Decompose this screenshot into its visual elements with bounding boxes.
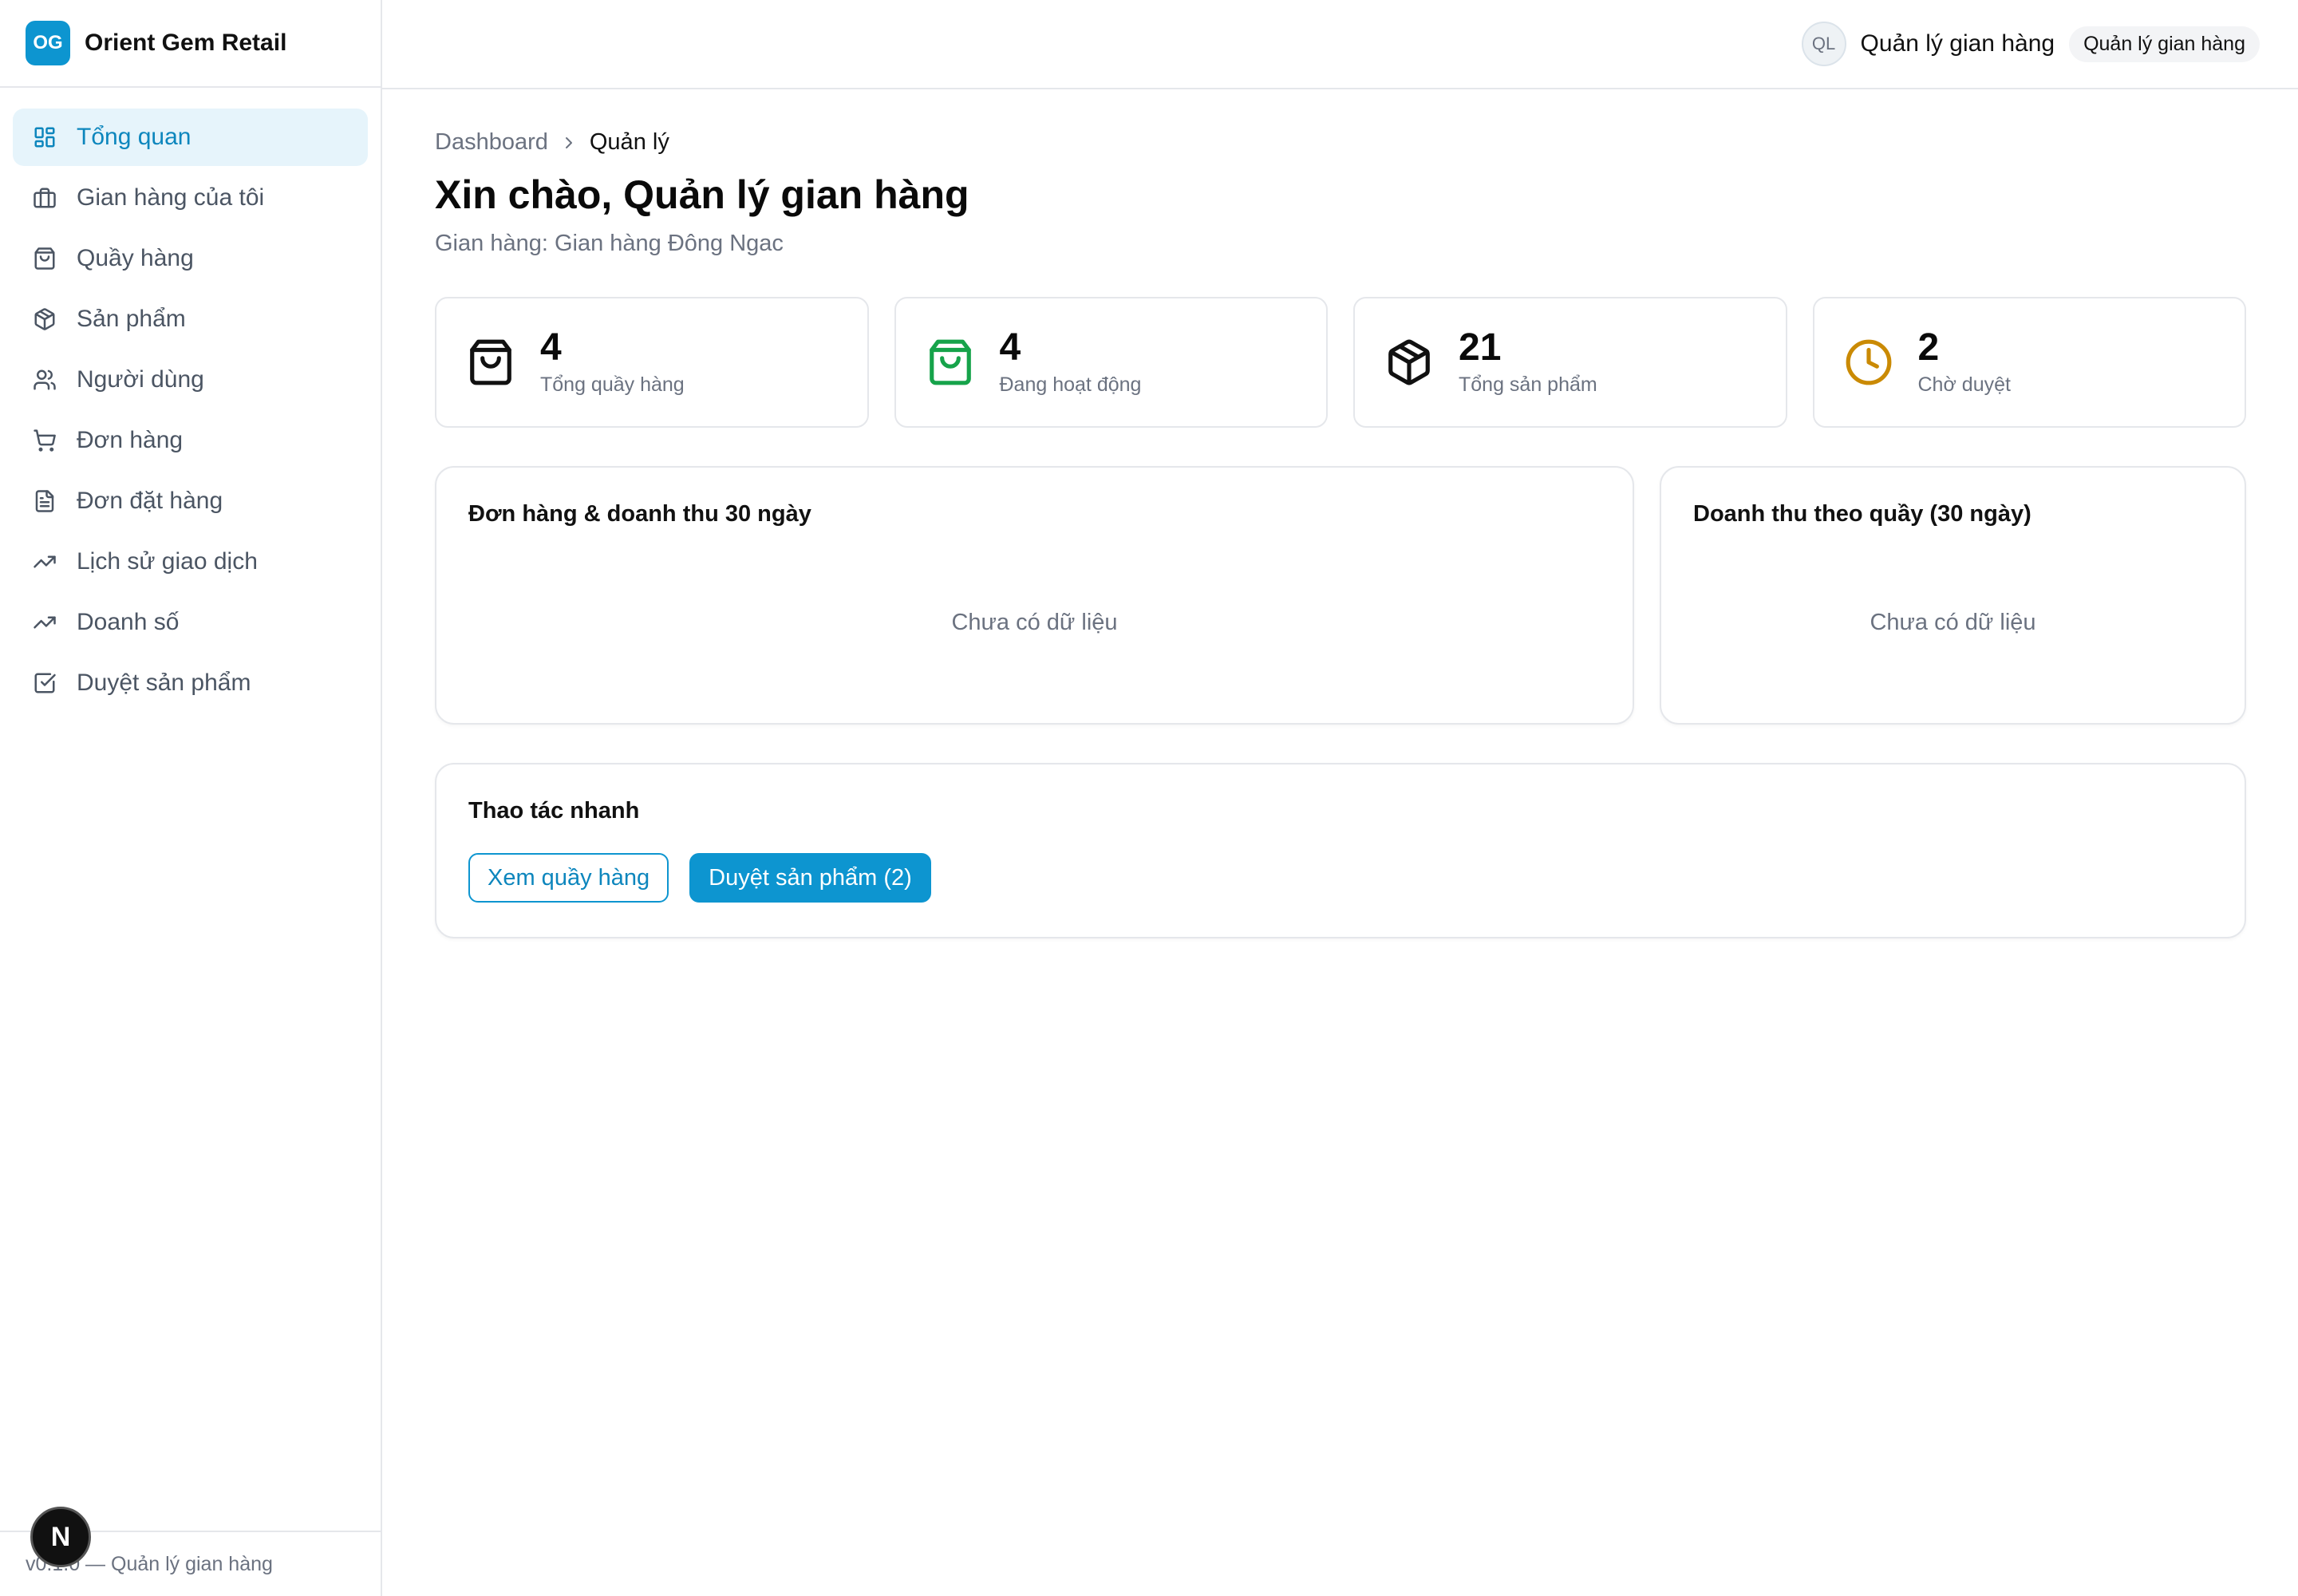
sidebar: OG Orient Gem Retail Tổng quan Gian hàng…: [0, 0, 382, 1596]
dashboard-grid-icon: [32, 124, 57, 150]
stat-label: Tổng sản phẩm: [1459, 373, 1597, 396]
stat-card-active: 4 Đang hoạt động: [894, 297, 1328, 428]
sidebar-item-label: Đơn đặt hàng: [77, 488, 223, 514]
view-counters-button[interactable]: Xem quầy hàng: [468, 853, 669, 903]
user-name[interactable]: Quản lý gian hàng: [1861, 30, 2055, 57]
shopping-bag-icon: [465, 337, 516, 388]
brand[interactable]: OG Orient Gem Retail: [0, 0, 381, 88]
sidebar-item-label: Quầy hàng: [77, 245, 194, 271]
clock-icon: [1843, 337, 1894, 388]
sidebar-item-purchase-orders[interactable]: Đơn đặt hàng: [13, 472, 368, 530]
trending-up-icon: [32, 610, 57, 635]
sidebar-item-orders[interactable]: Đơn hàng: [13, 412, 368, 469]
document-icon: [32, 488, 57, 514]
brand-name: Orient Gem Retail: [85, 30, 287, 56]
sidebar-nav: Tổng quan Gian hàng của tôi Quầy hàng Sả…: [0, 88, 381, 712]
stat-label: Chờ duyệt: [1917, 373, 2011, 396]
sidebar-item-label: Đơn hàng: [77, 427, 184, 453]
page-title: Xin chào, Quản lý gian hàng: [435, 172, 969, 217]
sidebar-item-approve-products[interactable]: Duyệt sản phẩm: [13, 654, 368, 712]
package-icon: [32, 306, 57, 332]
sidebar-item-products[interactable]: Sản phẩm: [13, 290, 368, 348]
page-subtitle: Gian hàng: Gian hàng Đông Ngac: [435, 231, 784, 256]
sidebar-item-label: Doanh số: [77, 609, 180, 635]
sidebar-item-transactions[interactable]: Lịch sử giao dịch: [13, 533, 368, 591]
main-content: Dashboard Quản lý Xin chào, Quản lý gian…: [435, 89, 2246, 938]
stat-card-pending: 2 Chờ duyệt: [1812, 297, 2246, 428]
empty-state: Chưa có dữ liệu: [951, 610, 1118, 635]
cart-icon: [32, 428, 57, 453]
trending-up-icon: [32, 549, 57, 575]
sidebar-item-label: Sản phẩm: [77, 306, 186, 332]
sidebar-item-label: Duyệt sản phẩm: [77, 670, 251, 696]
breadcrumb-root[interactable]: Dashboard: [435, 129, 548, 156]
topbar: QL Quản lý gian hàng Quản lý gian hàng: [382, 0, 2298, 89]
sidebar-item-label: Người dùng: [77, 366, 204, 393]
stat-label: Tổng quầy hàng: [540, 373, 685, 396]
breadcrumb-current: Quản lý: [589, 129, 669, 155]
quick-actions-card: Thao tác nhanh Xem quầy hàng Duyệt sản p…: [435, 763, 2246, 938]
sidebar-item-sales[interactable]: Doanh số: [13, 594, 368, 651]
chevron-right-icon: [559, 133, 578, 152]
stat-card-total-products: 21 Tổng sản phẩm: [1353, 297, 1787, 428]
stat-value: 2: [1917, 326, 1940, 369]
breadcrumb: Dashboard Quản lý: [435, 129, 2246, 156]
shopping-bag-icon: [925, 337, 976, 388]
check-square-icon: [32, 670, 57, 696]
orders-revenue-chart-card: Đơn hàng & doanh thu 30 ngày Chưa có dữ …: [435, 466, 1634, 725]
stat-label: Đang hoạt động: [999, 373, 1142, 396]
package-icon: [1384, 337, 1435, 388]
stat-value: 4: [540, 326, 562, 369]
stat-card-total-counters: 4 Tổng quầy hàng: [435, 297, 869, 428]
stat-value: 21: [1459, 326, 1502, 369]
role-badge: Quản lý gian hàng: [2069, 26, 2260, 62]
sidebar-item-counters[interactable]: Quầy hàng: [13, 230, 368, 287]
charts-row: Đơn hàng & doanh thu 30 ngày Chưa có dữ …: [435, 466, 2246, 725]
stat-value: 4: [999, 326, 1021, 369]
sidebar-item-users[interactable]: Người dùng: [13, 351, 368, 409]
sidebar-item-my-store[interactable]: Gian hàng của tôi: [13, 169, 368, 227]
revenue-by-counter-chart-card: Doanh thu theo quầy (30 ngày) Chưa có dữ…: [1660, 466, 2246, 725]
sidebar-item-overview[interactable]: Tổng quan: [13, 109, 368, 166]
dev-tools-badge[interactable]: N: [30, 1507, 91, 1567]
empty-state: Chưa có dữ liệu: [1870, 610, 2036, 635]
approve-products-button[interactable]: Duyệt sản phẩm (2): [689, 853, 931, 903]
stats-row: 4 Tổng quầy hàng 4 Đang hoạt động 21 Tổn…: [435, 297, 2246, 428]
sidebar-item-label: Gian hàng của tôi: [77, 184, 265, 211]
card-title: Thao tác nhanh: [468, 798, 640, 824]
quick-actions: Xem quầy hàng Duyệt sản phẩm (2): [468, 853, 2213, 903]
brand-logo: OG: [26, 21, 70, 65]
shopping-bag-icon: [32, 246, 57, 271]
sidebar-item-label: Lịch sử giao dịch: [77, 548, 258, 575]
card-title: Doanh thu theo quầy (30 ngày): [1693, 501, 2031, 527]
avatar[interactable]: QL: [1801, 22, 1846, 66]
briefcase-icon: [32, 185, 57, 211]
users-icon: [32, 367, 57, 393]
card-title: Đơn hàng & doanh thu 30 ngày: [468, 501, 811, 527]
sidebar-item-label: Tổng quan: [77, 124, 192, 150]
